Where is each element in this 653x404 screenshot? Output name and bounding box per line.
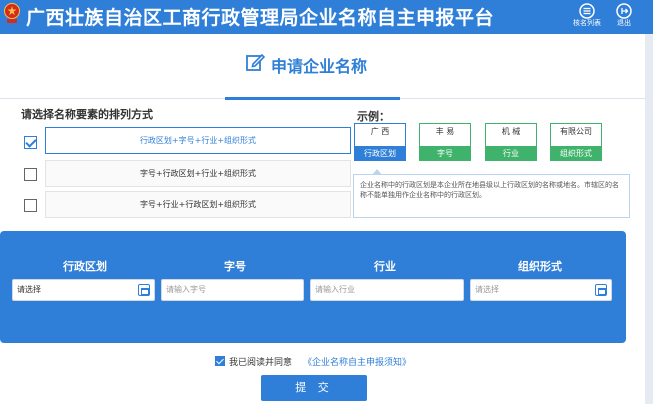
- arrangement-checkbox-3[interactable]: [24, 199, 37, 212]
- orgform-placeholder: 请选择: [475, 285, 499, 294]
- exit-icon: [616, 3, 632, 19]
- region-title: 行政区划: [63, 260, 107, 273]
- agreement-checkbox[interactable]: [215, 356, 225, 366]
- example-region-text: 广 西: [370, 127, 390, 136]
- industry-title: 行业: [374, 260, 396, 273]
- app-header: 广西壮族自治区工商行政管理局企业名称自主申报平台 核名列表 退出: [0, 0, 653, 34]
- example-region-caption: 行政区划: [355, 146, 405, 161]
- arrangement-label: 请选择名称要素的排列方式: [21, 108, 153, 121]
- agreement-text: 我已阅读并同意: [229, 358, 293, 368]
- example-tradename-caption: 字号: [420, 146, 470, 161]
- tradename-placeholder: 请输入字号: [166, 285, 206, 294]
- orgform-select[interactable]: 请选择: [470, 279, 612, 301]
- industry-input[interactable]: 请输入行业: [310, 279, 464, 301]
- arrangement-checkbox-1[interactable]: [24, 136, 37, 149]
- arrangement-option-2[interactable]: 字号+行政区划+行业+组织形式: [45, 160, 351, 187]
- arrangement-option-3[interactable]: 字号+行业+行政区划+组织形式: [45, 191, 351, 218]
- example-card-tradename: 丰 易 字号: [419, 123, 471, 161]
- name-list-label: 核名列表: [573, 19, 601, 27]
- tradename-title: 字号: [224, 260, 246, 273]
- dropdown-icon: [595, 284, 607, 296]
- submit-button[interactable]: 提 交: [261, 375, 367, 401]
- example-label: 示例：: [357, 110, 390, 123]
- example-card-orgform: 有限公司 组织形式: [550, 123, 602, 161]
- example-note: 企业名称中的行政区划是本企业所在地县级以上行政区划的名称或地名。市辖区的名称不能…: [353, 169, 630, 218]
- example-orgform-text: 有限公司: [560, 127, 592, 136]
- example-card-region: 广 西 行政区划: [354, 123, 406, 161]
- arrangement-option-1[interactable]: 行政区划+字号+行业+组织形式: [45, 127, 351, 154]
- scrollbar-track[interactable]: [645, 34, 653, 404]
- dropdown-icon: [138, 284, 150, 296]
- example-tradename-text: 丰 易: [435, 127, 455, 136]
- exit-label: 退出: [617, 19, 631, 27]
- emblem-icon: [4, 3, 20, 23]
- page-title: 申请企业名称: [271, 57, 368, 76]
- tab-active-indicator: [225, 97, 400, 100]
- agreement-link[interactable]: 《企业名称自主申报须知》: [303, 355, 411, 368]
- example-card-industry: 机 械 行业: [485, 123, 537, 161]
- region-select[interactable]: 请选择: [12, 279, 155, 301]
- name-list-button[interactable]: 核名列表: [572, 1, 602, 33]
- main-panel: [0, 34, 645, 404]
- exit-button[interactable]: 退出: [609, 1, 639, 33]
- tradename-input[interactable]: 请输入字号: [161, 279, 304, 301]
- arrangement-checkbox-2[interactable]: [24, 168, 37, 181]
- example-industry-text: 机 械: [501, 127, 521, 136]
- region-select-value: 请选择: [17, 285, 41, 294]
- industry-placeholder: 请输入行业: [315, 285, 355, 294]
- orgform-title: 组织形式: [518, 260, 562, 273]
- site-title: 广西壮族自治区工商行政管理局企业名称自主申报平台: [26, 7, 495, 29]
- list-icon: [579, 3, 595, 19]
- example-orgform-caption: 组织形式: [551, 146, 601, 161]
- edit-icon: [246, 53, 265, 71]
- example-industry-caption: 行业: [486, 146, 536, 161]
